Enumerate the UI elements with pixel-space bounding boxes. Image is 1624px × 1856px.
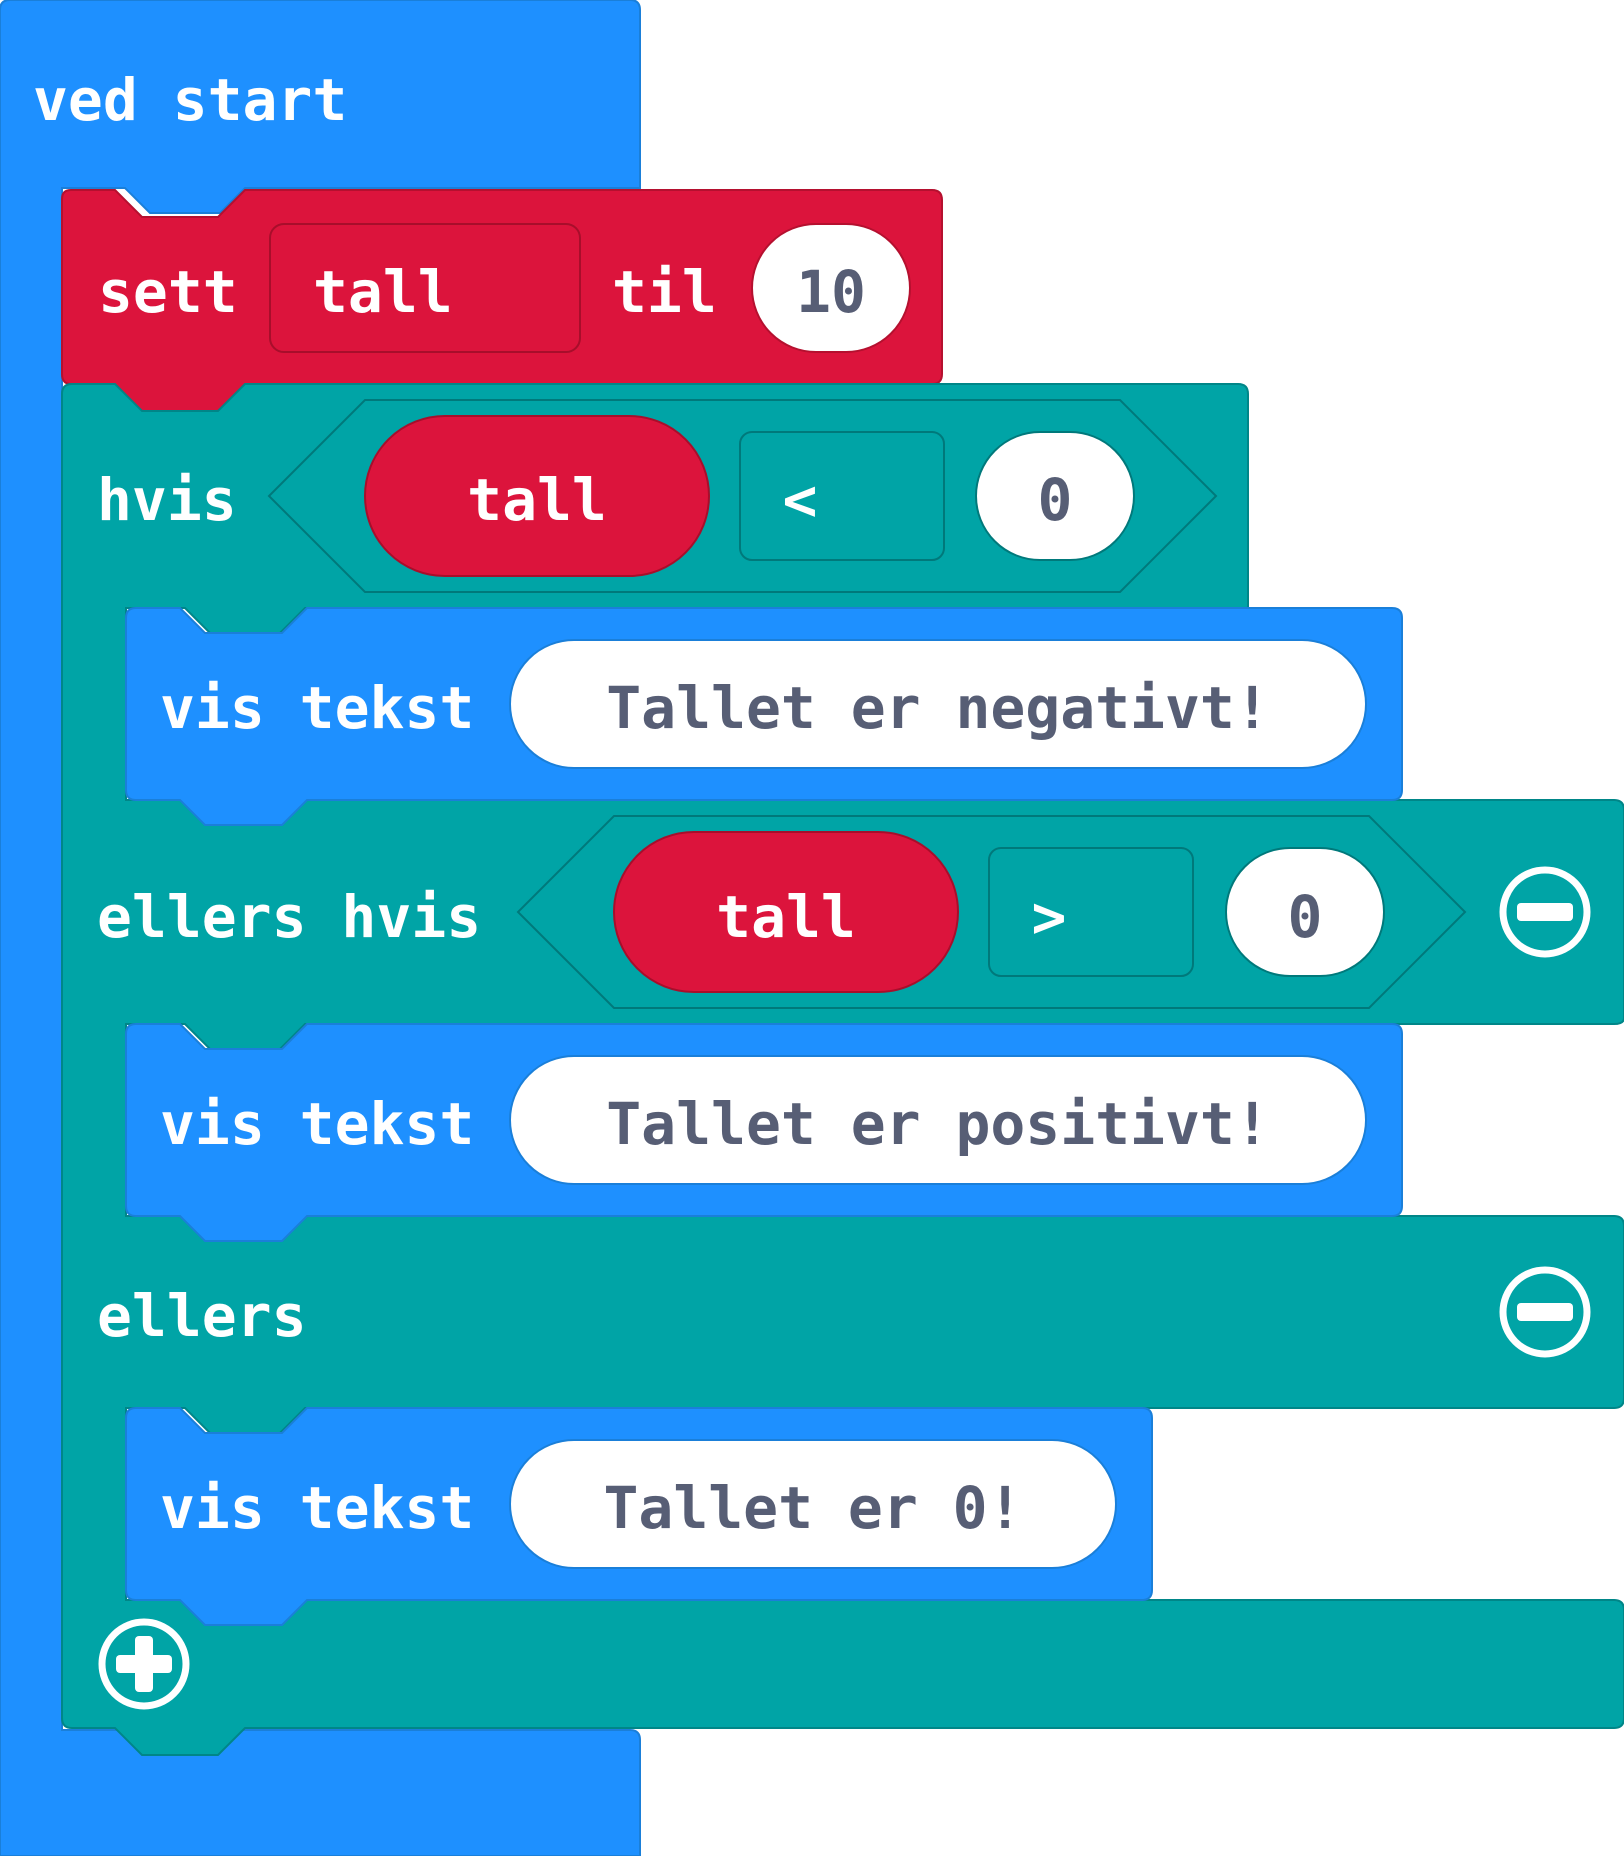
else-if-label: ellers hvis [97, 883, 481, 951]
set-variable-block[interactable]: sett tall til 10 [61, 189, 943, 412]
condition2-variable-label: tall [716, 883, 856, 951]
condition2-value-text: 0 [1288, 883, 1323, 951]
variable-dropdown-label: tall [313, 258, 453, 326]
set-keyword-label: sett [98, 258, 238, 326]
on-start-label: ved start [33, 66, 347, 134]
show-string-block-2[interactable]: vis tekst Tallet er positivt! [125, 1023, 1403, 1242]
set-value-text: 10 [796, 258, 866, 326]
show-string-2-text: Tallet er positivt! [606, 1090, 1269, 1158]
show-string-block-1[interactable]: vis tekst Tallet er negativt! [125, 607, 1403, 826]
condition1-operator-dropdown[interactable] [739, 431, 945, 561]
if-label: hvis [97, 466, 237, 534]
condition1-compare-block[interactable]: tall < 0 [267, 399, 1218, 593]
to-label: til [612, 258, 717, 326]
show-string-2-label: vis tekst [160, 1090, 474, 1158]
else-label: ellers [97, 1282, 307, 1350]
if-else-block[interactable]: hvis tall < 0 vis tekst Tallet er negati… [61, 383, 1624, 1756]
show-string-block-3[interactable]: vis tekst Tallet er 0! [125, 1407, 1153, 1626]
show-string-1-label: vis tekst [160, 674, 474, 742]
condition2-compare-block[interactable]: tall > 0 [516, 815, 1467, 1009]
condition2-operator-label: > [1032, 883, 1067, 951]
condition1-operator-label: < [783, 466, 818, 534]
show-string-3-text: Tallet er 0! [603, 1474, 1022, 1542]
condition1-value-text: 0 [1038, 466, 1073, 534]
condition2-operator-dropdown[interactable] [988, 847, 1194, 977]
condition1-variable-label: tall [467, 466, 607, 534]
show-string-3-label: vis tekst [160, 1474, 474, 1542]
show-string-1-text: Tallet er negativt! [606, 674, 1269, 742]
